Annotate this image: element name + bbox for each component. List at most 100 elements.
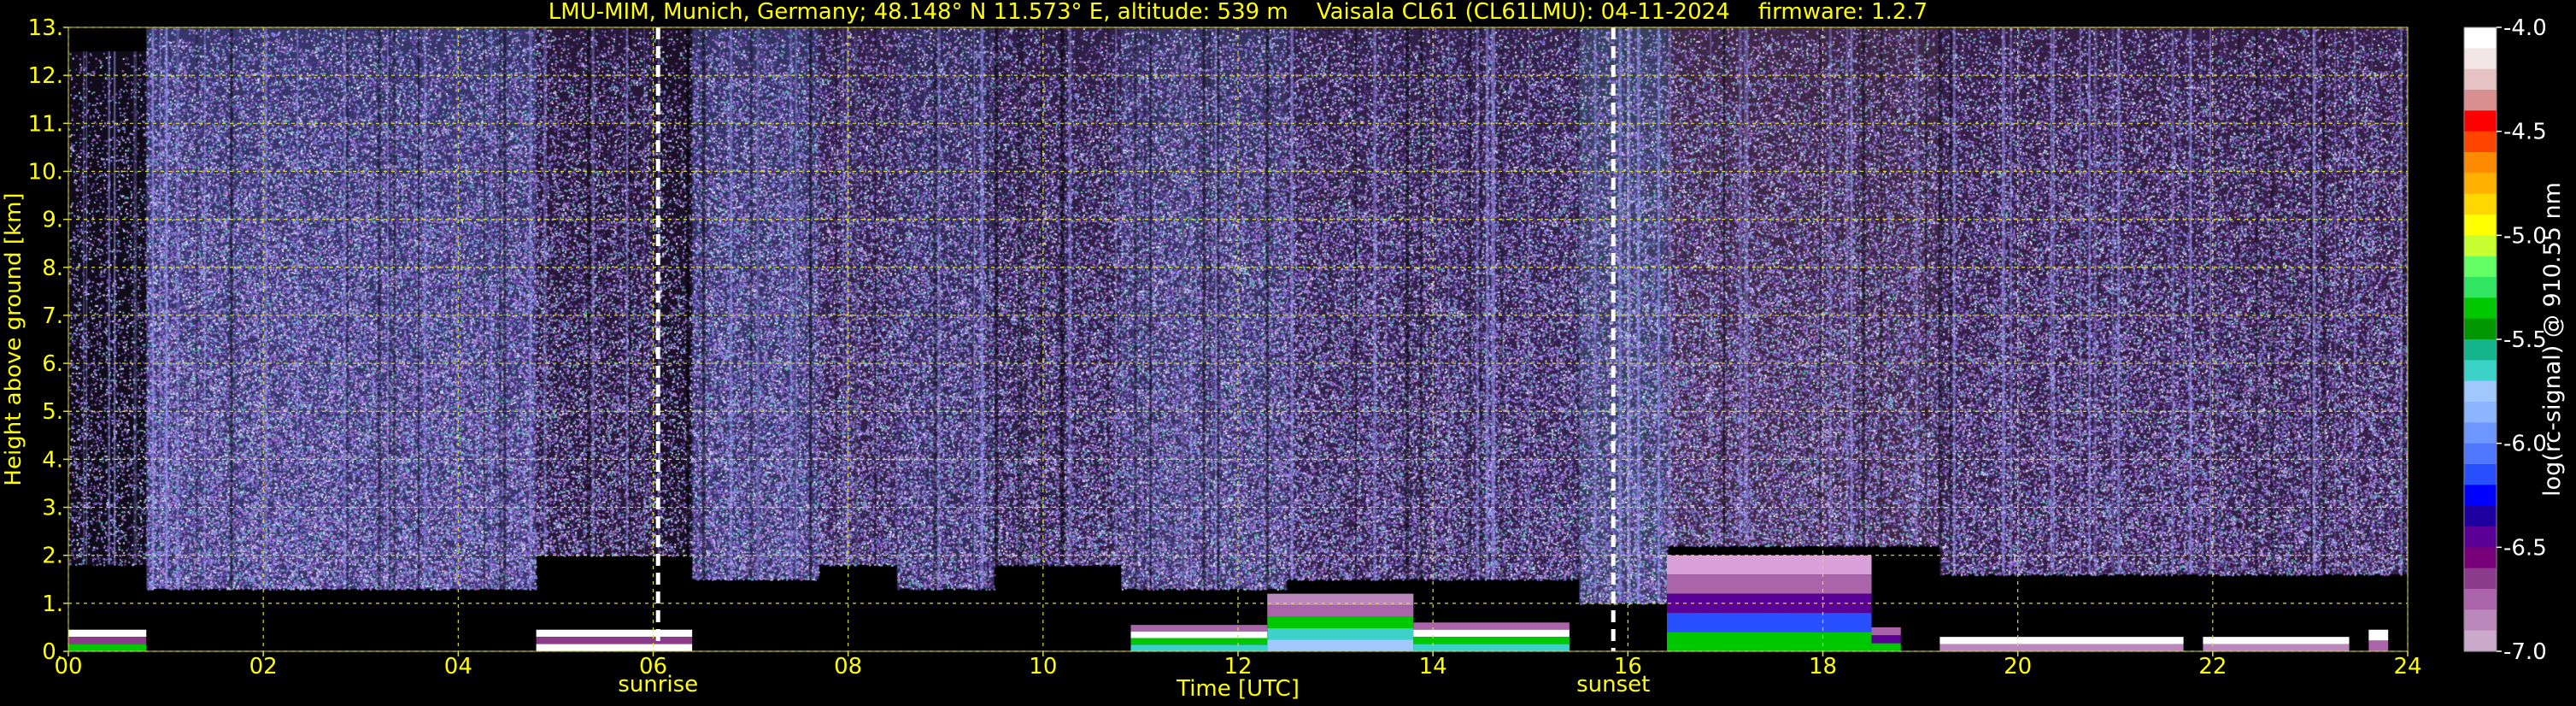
colorbar-swatch (2464, 485, 2497, 507)
boundary-layer-stripe (1267, 605, 1414, 617)
colorbar-swatch (2464, 235, 2497, 257)
colorbar-swatch (2464, 527, 2497, 548)
x-tick-label: 10 (1029, 654, 1057, 680)
boundary-layer-band (1130, 625, 1268, 651)
colorbar-swatch (2464, 630, 2497, 652)
y-tick-label: 10. (28, 159, 63, 185)
chart-title: LMU-MIM, Munich, Germany; 48.148° N 11.5… (549, 0, 1928, 25)
x-tick-label: 18 (1809, 654, 1837, 680)
colorbar-swatch (2464, 110, 2497, 132)
colorbar-swatch (2464, 48, 2497, 70)
colorbar-tick-label: -7.0 (2503, 639, 2547, 665)
colorbar-swatch (2464, 402, 2497, 423)
boundary-layer-band (1871, 627, 1901, 651)
colorbar-swatch (2464, 277, 2497, 298)
colorbar-swatch (2464, 193, 2497, 215)
boundary-layer-stripe (1666, 574, 1872, 594)
y-tick-label: 0. (42, 639, 63, 665)
x-tick-label: 16 (1614, 654, 1642, 680)
boundary-layer-stripe (1130, 638, 1268, 645)
boundary-layer-band (536, 629, 693, 651)
boundary-layer-stripe (536, 644, 693, 651)
boundary-layer-stripe (1413, 622, 1570, 630)
x-tick-label: 02 (249, 654, 278, 680)
boundary-layer-stripe (2203, 637, 2350, 644)
colorbar-swatch (2464, 256, 2497, 278)
boundary-layer-stripe (1267, 639, 1414, 651)
boundary-layer-stripe (2368, 629, 2389, 641)
x-tick-label: 06 (639, 654, 667, 680)
boundary-layer-band (1939, 637, 2184, 651)
colorbar-tick-label: -6.5 (2503, 535, 2547, 561)
boundary-layer-band (2368, 629, 2389, 651)
boundary-layer-band (68, 629, 147, 651)
boundary-layer-band (2203, 637, 2350, 651)
colorbar-swatch (2464, 422, 2497, 444)
y-tick-label: 1. (42, 591, 63, 617)
y-axis-label: Height above ground [km] (1, 192, 26, 485)
boundary-layer-stripe (1871, 627, 1901, 636)
y-tick-label: 12. (28, 63, 63, 89)
colorbar-swatch (2464, 360, 2497, 382)
x-axis-label: Time [UTC] (1176, 676, 1300, 702)
boundary-layer-stripe (68, 644, 147, 651)
y-tick-label: 9. (42, 208, 63, 233)
colorbar-swatch (2464, 318, 2497, 340)
colorbar-swatch (2464, 464, 2497, 485)
y-tick-label: 7. (42, 303, 63, 329)
x-tick-label: 24 (2393, 654, 2421, 680)
boundary-layer-stripe (2368, 640, 2389, 651)
boundary-layer-stripe (1939, 644, 2184, 651)
y-tick-label: 13. (28, 15, 63, 41)
x-tick-label: 14 (1419, 654, 1447, 680)
colorbar-tick-label: -4.5 (2503, 120, 2547, 145)
y-tick-label: 5. (42, 399, 63, 425)
colorbar-swatch (2464, 547, 2497, 569)
colorbar-label: log(rc-signal) @ 910.55 nm (2539, 182, 2566, 497)
colorbar-swatch (2464, 609, 2497, 632)
boundary-layer-stripe (1666, 632, 1872, 651)
colorbar-swatch (2464, 131, 2497, 153)
colorbar-swatch (2464, 27, 2497, 49)
boundary-layer-stripe (536, 629, 693, 638)
colorbar-swatch (2464, 297, 2497, 320)
boundary-layer-stripe (1871, 635, 1901, 644)
colorbar-swatch (2464, 152, 2497, 174)
boundary-layer-stripe (1871, 643, 1901, 651)
boundary-layer-stripe (2203, 644, 2350, 651)
y-tick-label: 8. (42, 256, 63, 281)
plot-area: sunrise sunset (67, 26, 2409, 697)
colorbar-swatch (2464, 589, 2497, 610)
y-tick-label: 6. (42, 351, 63, 377)
y-tick-label: 2. (42, 544, 63, 569)
x-tick-label: 22 (2198, 654, 2227, 680)
colorbar-swatch (2464, 90, 2497, 111)
colorbar-swatch (2464, 68, 2497, 91)
colorbar-swatch (2464, 443, 2497, 465)
x-tick-label: 04 (444, 654, 472, 680)
boundary-layer-stripe (1666, 613, 1872, 632)
colorbar-swatch (2464, 173, 2497, 195)
boundary-layer-stripe (1666, 555, 1872, 575)
boundary-layer-stripe (1413, 644, 1570, 651)
boundary-layer-stripe (1267, 616, 1414, 629)
boundary-layer-band (1413, 622, 1570, 651)
colorbar-swatch (2464, 505, 2497, 527)
colorbar-swatch (2464, 339, 2497, 361)
y-tick-label: 11. (28, 111, 63, 137)
boundary-layer-stripe (1413, 629, 1570, 638)
colorbar-swatch (2464, 568, 2497, 590)
boundary-layer-stripe (1939, 637, 2184, 644)
ceilometer-figure: sunrise sunset 00 02 04 06 08 10 12 14 16 18 20 22 24… (0, 0, 2576, 706)
boundary-layer-band (1267, 593, 1414, 651)
colorbar-swatch (2464, 380, 2497, 403)
y-tick-label: 4. (42, 447, 63, 473)
y-tick-label: 3. (42, 496, 63, 521)
boundary-layer-stripe (536, 637, 693, 644)
x-tick-label: 20 (2004, 654, 2032, 680)
boundary-layer-stripe (1130, 631, 1268, 638)
boundary-layer-stripe (1130, 625, 1268, 632)
boundary-layer-stripe (1267, 628, 1414, 640)
colorbar-tick-label: -4.0 (2503, 15, 2547, 41)
boundary-layer-stripe (1413, 637, 1570, 644)
